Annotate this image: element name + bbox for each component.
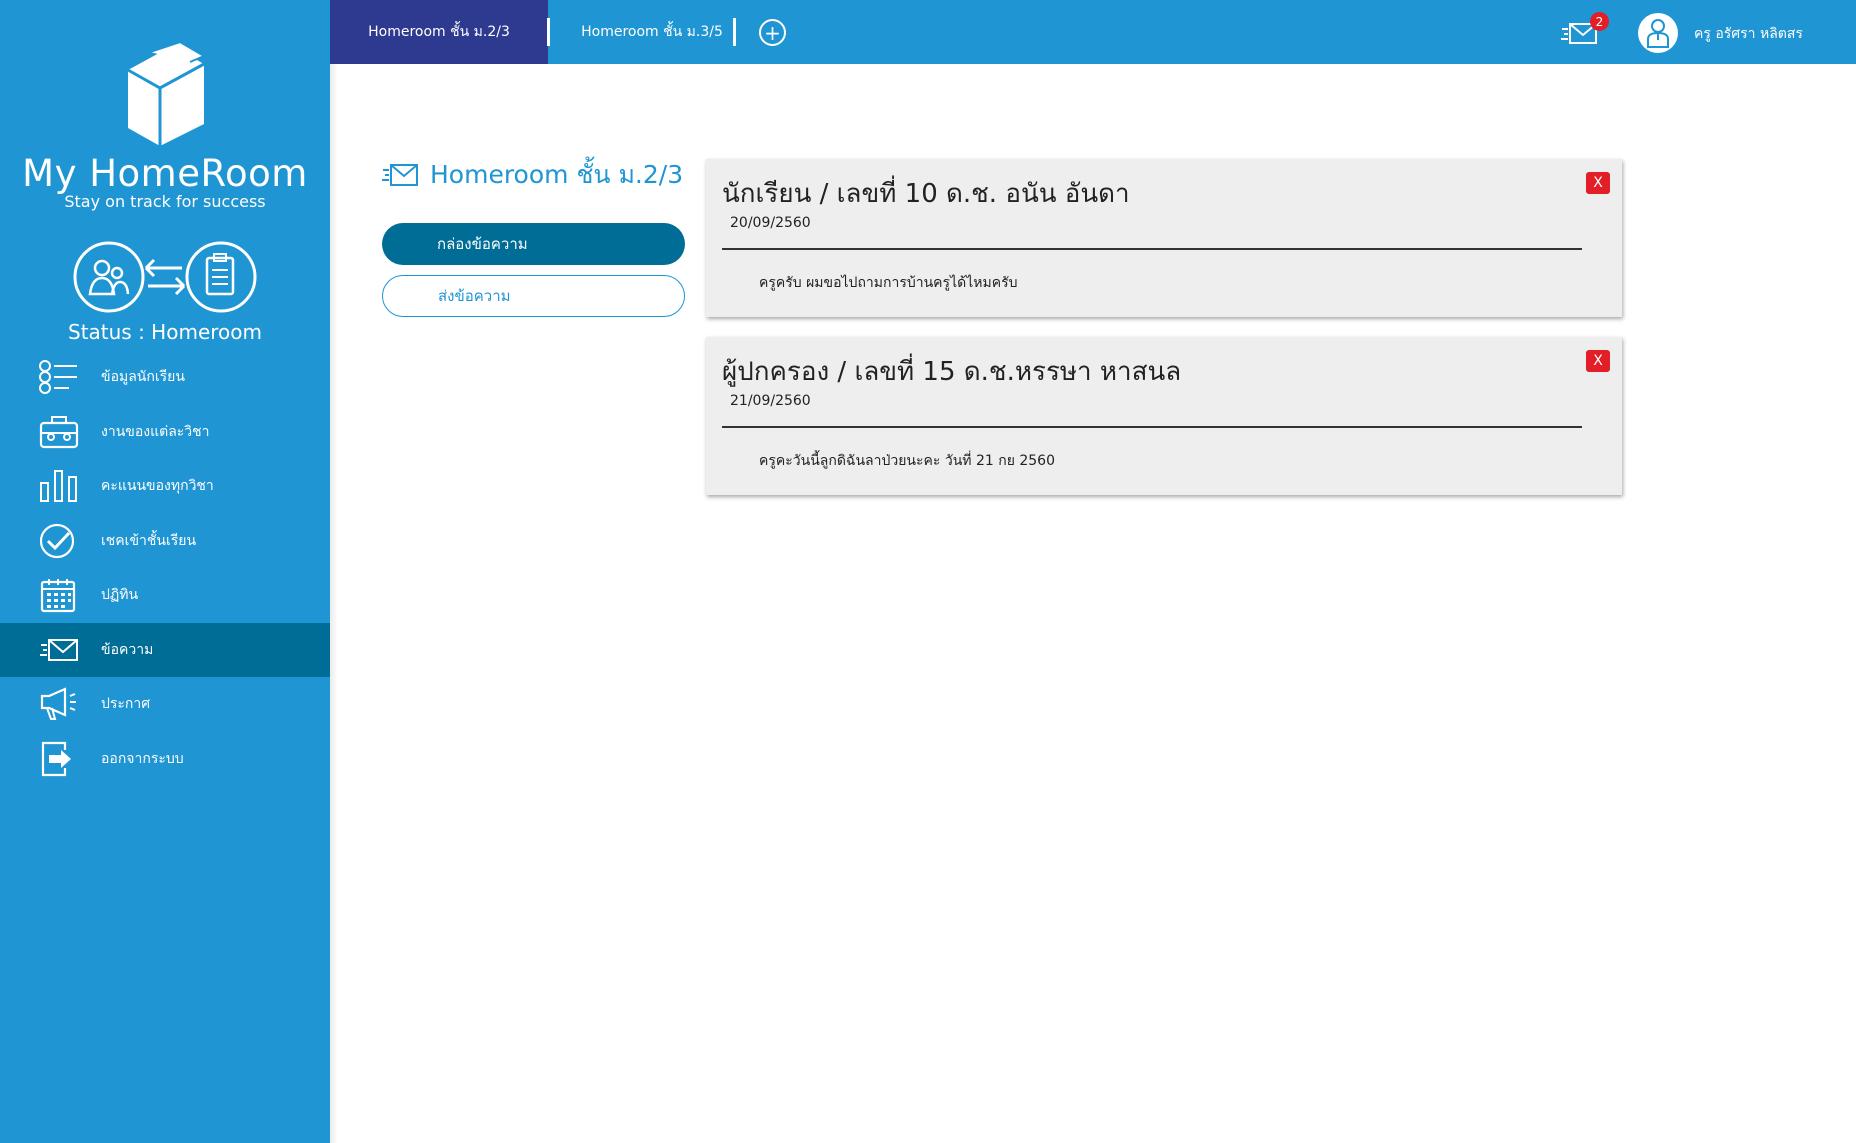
megaphone-icon <box>38 684 80 724</box>
briefcase-icon <box>38 412 80 452</box>
sidebar-item-label: ออกจากระบบ <box>101 750 184 767</box>
sidebar-item-announcements[interactable]: ประกาศ <box>0 677 330 732</box>
sidebar-item-label: ประกาศ <box>101 696 151 713</box>
sidebar-item-assignments[interactable]: งานของแต่ละวิชา <box>0 405 330 460</box>
page-title: Homeroom ชั้น ม.2/3 <box>430 160 684 189</box>
tab-label: Homeroom ชั้น ม.3/5 <box>581 24 723 40</box>
status-switch-icon <box>73 241 257 313</box>
sidebar-item-label: ข้อมูลนักเรียน <box>101 369 185 386</box>
message-title: นักเรียน / เลขที่ 10 ด.ช. อนัน อันดา <box>722 179 1130 209</box>
bar-chart-icon <box>38 466 80 506</box>
divider <box>722 426 1582 428</box>
sidebar-item-messages[interactable]: ข้อความ <box>0 622 330 677</box>
notification-badge: 2 <box>1590 12 1609 31</box>
tab-homeroom-m3-5[interactable]: Homeroom ชั้น ม.3/5 <box>552 0 752 64</box>
sidebar-item-scores[interactable]: คะแนนของทุกวิชา <box>0 459 330 514</box>
top-bar: Homeroom ชั้น ม.2/3 Homeroom ชั้น ม.3/5 … <box>330 0 1856 64</box>
tab-divider <box>733 18 736 46</box>
message-body: ครูครับ ผมขอไปถามการบ้านครูได้ไหมครับ <box>759 275 1018 291</box>
check-circle-icon <box>38 521 80 561</box>
mail-icon <box>38 630 80 670</box>
sidebar-nav: ข้อมูลนักเรียน งานของแต่ละวิชา คะแนนของท… <box>0 350 330 786</box>
inbox-button[interactable]: กล่องข้อความ <box>382 223 685 265</box>
list-icon <box>38 357 80 397</box>
delete-message-button[interactable]: X <box>1586 172 1610 194</box>
calendar-icon <box>38 575 80 615</box>
mail-icon <box>382 164 418 186</box>
sidebar-item-calendar[interactable]: ปฏิทิน <box>0 568 330 623</box>
message-date: 21/09/2560 <box>730 393 811 409</box>
user-name[interactable]: ครู อรัศรา หลิตสร <box>1694 23 1803 45</box>
brand-title: My HomeRoom <box>22 152 308 195</box>
message-card[interactable]: ผู้ปกครอง / เลขที่ 15 ด.ช.หรรษา หาสนล 21… <box>706 337 1622 495</box>
brand-subtitle: Stay on track for success <box>64 192 266 211</box>
sidebar-item-label: งานของแต่ละวิชา <box>101 423 210 440</box>
tab-label: Homeroom ชั้น ม.2/3 <box>368 24 510 40</box>
delete-message-button[interactable]: X <box>1586 350 1610 372</box>
user-icon <box>1647 19 1669 48</box>
message-body: ครูคะวันนี้ลูกดิฉันลาป่วยนะคะ วันที่ 21 … <box>759 453 1055 469</box>
message-title: ผู้ปกครอง / เลขที่ 15 ด.ช.หรรษา หาสนล <box>722 357 1182 387</box>
divider <box>722 248 1582 250</box>
sidebar-item-label: ข้อความ <box>101 641 154 658</box>
tab-homeroom-m2-3[interactable]: Homeroom ชั้น ม.2/3 <box>330 0 548 64</box>
status-label: Status : Homeroom <box>68 320 262 344</box>
logout-icon <box>38 739 80 779</box>
sidebar-item-logout[interactable]: ออกจากระบบ <box>0 732 330 787</box>
avatar[interactable] <box>1638 13 1678 53</box>
sidebar-item-label: ปฏิทิน <box>101 587 139 604</box>
book-logo-icon <box>127 42 207 146</box>
sidebar-item-label: เชคเข้าชั้นเรียน <box>101 532 197 549</box>
page-header: Homeroom ชั้น ม.2/3 <box>382 155 683 195</box>
sidebar-item-attendance[interactable]: เชคเข้าชั้นเรียน <box>0 514 330 569</box>
sidebar-item-student-info[interactable]: ข้อมูลนักเรียน <box>0 350 330 405</box>
sidebar: My HomeRoom Stay on track for success St… <box>0 0 330 1143</box>
message-card[interactable]: นักเรียน / เลขที่ 10 ด.ช. อนัน อันดา 20/… <box>706 159 1622 317</box>
sidebar-item-label: คะแนนของทุกวิชา <box>101 478 214 495</box>
message-date: 20/09/2560 <box>730 215 811 231</box>
add-tab-button[interactable]: + <box>759 19 786 46</box>
content-divider <box>330 64 338 1143</box>
tab-divider <box>547 18 550 46</box>
send-message-button[interactable]: ส่งข้อความ <box>382 275 685 317</box>
